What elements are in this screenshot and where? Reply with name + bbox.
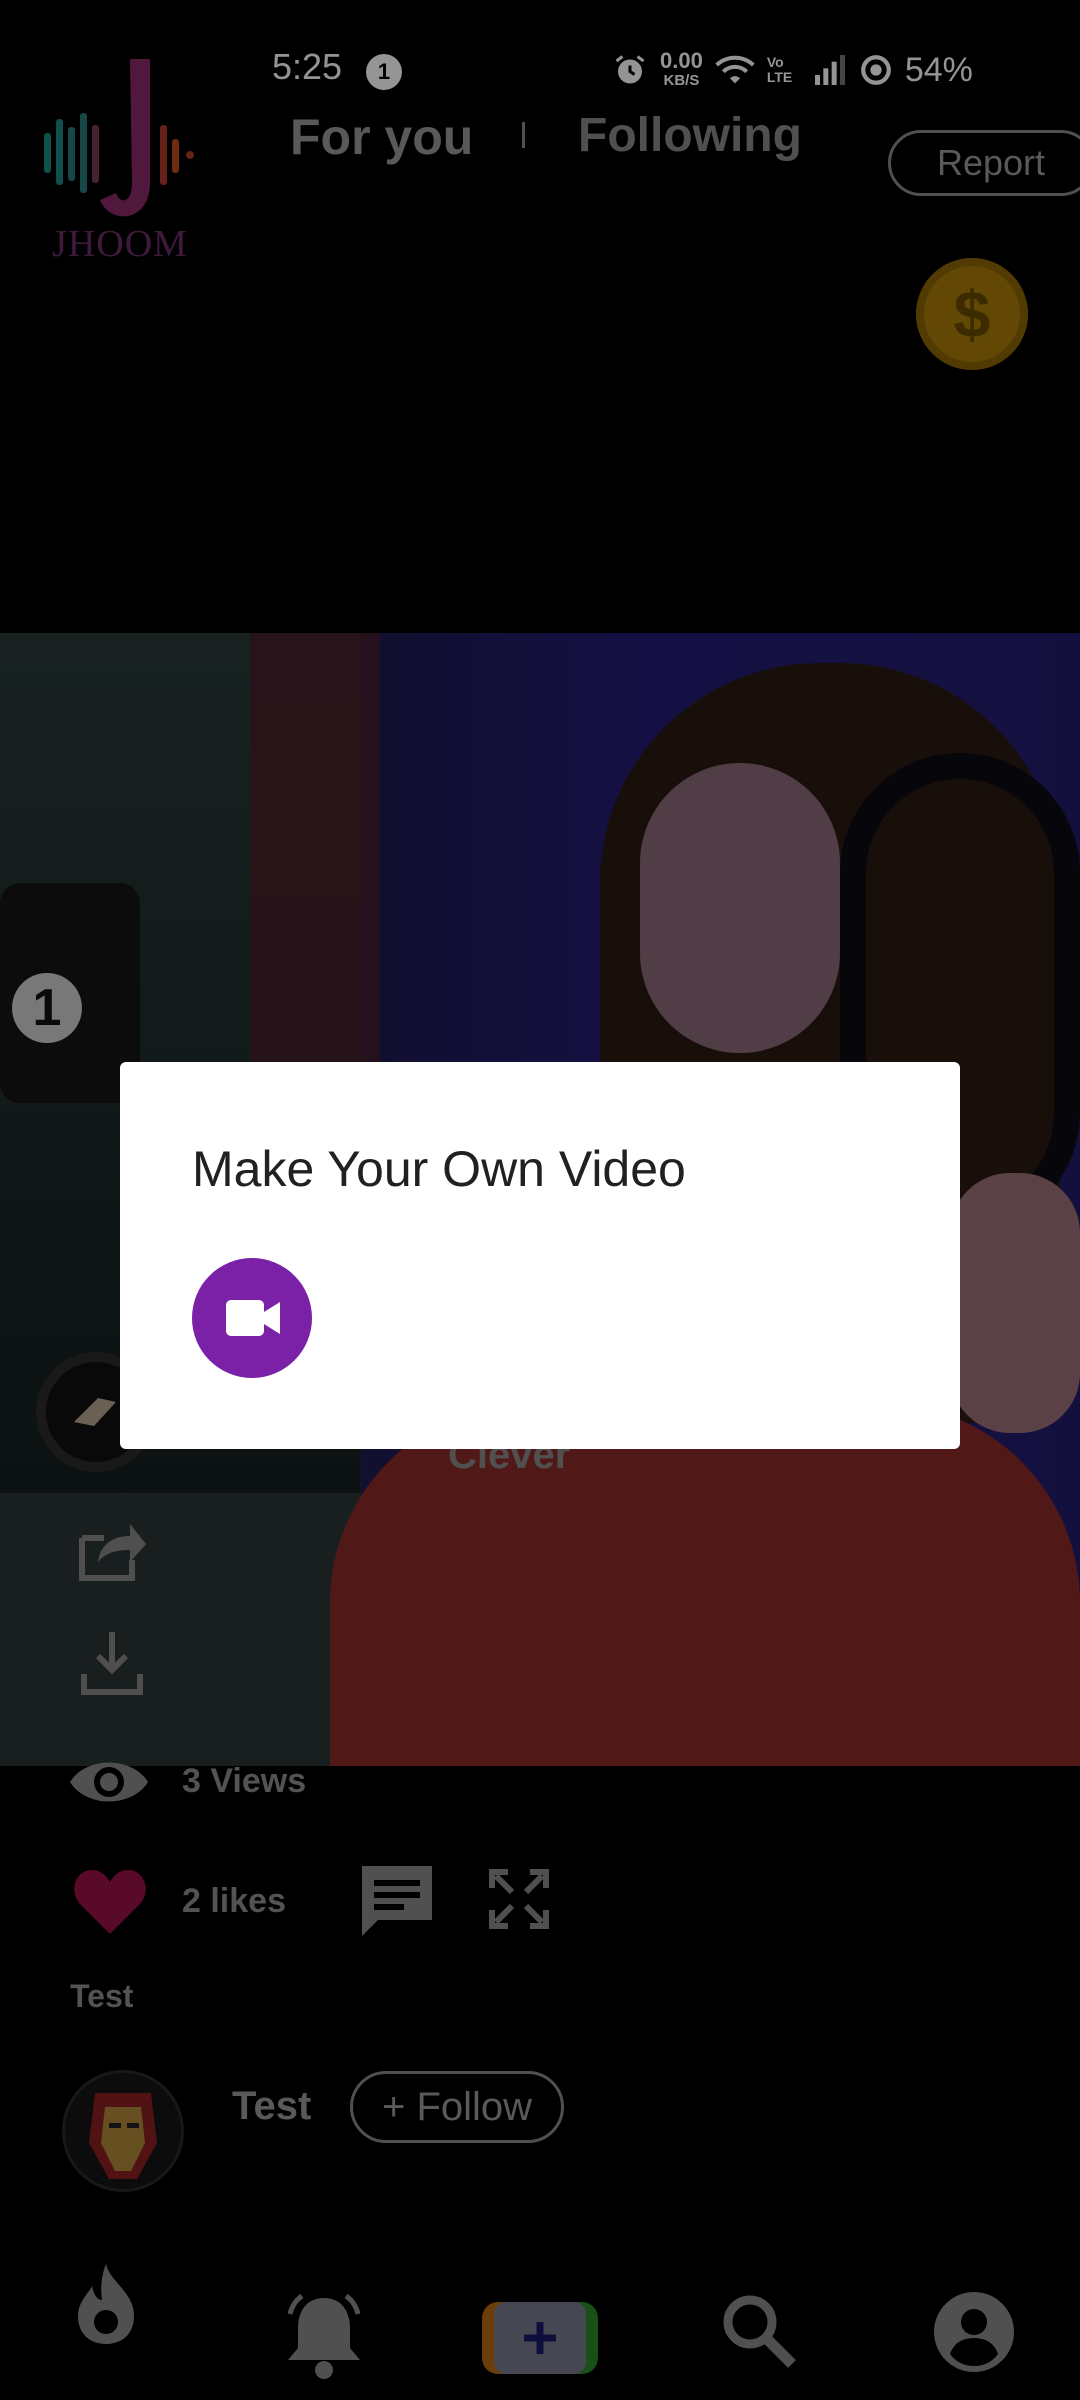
dialog-title: Make Your Own Video — [192, 1141, 686, 1197]
video-camera-icon — [226, 1300, 280, 1336]
make-video-dialog: Make Your Own Video — [120, 1062, 960, 1449]
record-video-button[interactable] — [192, 1258, 312, 1378]
